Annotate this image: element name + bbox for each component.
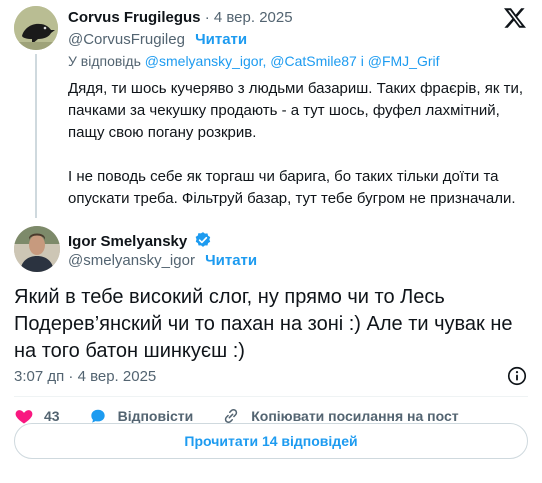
crow-avatar-icon <box>14 6 58 50</box>
x-logo-icon[interactable] <box>503 6 527 30</box>
parent-author-handle[interactable]: @CorvusFrugileg <box>68 31 185 48</box>
parent-author-row: Corvus Frugilegus · 4 вер. 2025 <box>68 8 293 27</box>
reply-to-prefix: У відповідь <box>68 53 141 69</box>
action-divider <box>14 396 528 397</box>
reply-label: Відповісти <box>117 408 194 424</box>
embedded-tweet-card: Corvus Frugilegus · 4 вер. 2025 @CorvusF… <box>0 0 542 483</box>
parent-post-date[interactable]: · 4 вер. 2025 <box>205 9 293 26</box>
parent-tweet-paragraph: Дядя, ти шось кучеряво з людьми базариш.… <box>68 80 524 141</box>
parent-author-name[interactable]: Corvus Frugilegus <box>68 9 201 26</box>
parent-tweet-body: Дядя, ти шось кучеряво з людьми базариш.… <box>68 78 523 210</box>
person-avatar-icon <box>14 226 60 272</box>
thread-connector-line <box>35 54 37 218</box>
like-count: 43 <box>44 408 60 424</box>
main-author-row: Igor Smelyansky <box>68 231 212 251</box>
main-follow-link[interactable]: Читати <box>205 252 257 269</box>
main-handle-row: @smelyansky_igor Читати <box>68 251 257 270</box>
info-icon[interactable] <box>506 365 528 387</box>
main-author-avatar[interactable] <box>14 226 60 272</box>
verified-badge-icon <box>196 232 211 247</box>
reply-to-mentions[interactable]: @smelyansky_igor, @CatSmile87 і @FMJ_Gri… <box>145 53 440 69</box>
copy-link-label: Копіювати посилання на пост <box>251 408 459 424</box>
parent-handle-row: @CorvusFrugileg Читати <box>68 30 247 49</box>
read-replies-button[interactable]: Прочитати 14 відповідей <box>14 423 528 459</box>
main-author-handle[interactable]: @smelyansky_igor <box>68 252 195 269</box>
reply-to-line: У відповідь @smelyansky_igor, @CatSmile8… <box>68 52 440 70</box>
parent-follow-link[interactable]: Читати <box>195 31 247 48</box>
main-author-name[interactable]: Igor Smelyansky <box>68 233 187 250</box>
main-tweet-timestamp[interactable]: 3:07 дп · 4 вер. 2025 <box>14 367 156 386</box>
parent-tweet-paragraph: І не поводь себе як торгаш чи барига, бо… <box>68 168 516 207</box>
parent-author-avatar[interactable] <box>14 6 58 50</box>
main-tweet-body: Який в тебе високий слог, ну прямо чи то… <box>14 286 513 362</box>
